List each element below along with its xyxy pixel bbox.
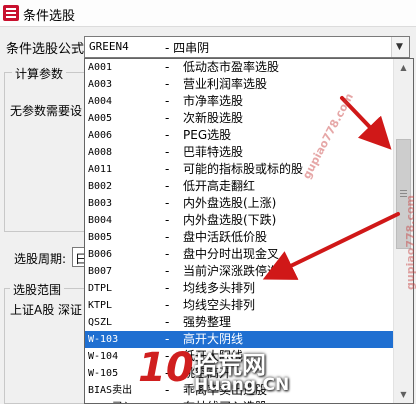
item-code: W-103 xyxy=(88,334,119,345)
item-code: BIAS卖出 xyxy=(88,385,133,396)
item-separator: - xyxy=(165,94,170,108)
list-item[interactable]: A006 - PEG选股 xyxy=(85,127,393,144)
item-desc: 内外盘选股(下跌) xyxy=(183,213,277,227)
item-code: B002 xyxy=(88,181,113,192)
item-desc: 均线多头排列 xyxy=(183,281,256,295)
title-bar: 条件选股 xyxy=(0,0,416,27)
list-item[interactable]: B006 - 盘中分时出现金叉 xyxy=(85,246,393,263)
item-code: KTPL xyxy=(88,300,113,311)
list-item[interactable]: B004 - 内外盘选股(下跌) xyxy=(85,212,393,229)
watermark-right: gupiao778.com xyxy=(404,194,416,290)
item-desc: 内外盘选股(上涨) xyxy=(183,196,277,210)
item-separator: - xyxy=(165,213,170,227)
list-item[interactable]: KTPL - 均线空头排列 xyxy=(85,297,393,314)
item-code: QSZL xyxy=(88,317,113,328)
item-desc: 可能的指标股或标的股 xyxy=(183,162,304,176)
no-params-text: 无参数需要设 xyxy=(10,104,83,118)
list-item[interactable]: DTPL - 均线多头排列 xyxy=(85,280,393,297)
item-code: W-105 xyxy=(88,368,119,379)
item-code: BOLL买入 xyxy=(88,399,132,403)
combo-selected-desc: - 四串阴 xyxy=(165,41,210,55)
item-desc: 次新股选股 xyxy=(183,111,244,125)
item-code: A006 xyxy=(88,130,113,141)
item-code: A005 xyxy=(88,113,113,124)
item-separator: - xyxy=(165,315,170,329)
list-item[interactable]: B007 - 当前沪深涨跌停选股 xyxy=(85,263,393,280)
item-separator: - xyxy=(165,145,170,159)
list-item[interactable]: B005 - 盘中活跃低价股 xyxy=(85,229,393,246)
item-code: A003 xyxy=(88,79,113,90)
item-separator: - xyxy=(165,399,169,403)
list-item[interactable]: BOLL买入 - 布林线买入选股 xyxy=(85,399,393,403)
item-separator: - xyxy=(165,77,170,91)
formula-combobox[interactable]: GREEN4 - 四串阴 ▼ xyxy=(84,36,410,58)
item-desc: PEG选股 xyxy=(183,128,232,142)
list-item[interactable]: A001 - 低动态市盈率选股 xyxy=(85,59,393,76)
list-item[interactable]: B003 - 内外盘选股(上涨) xyxy=(85,195,393,212)
params-group-title: 计算参数 xyxy=(12,65,67,82)
item-desc: 低开高走翻红 xyxy=(183,179,256,193)
app-icon xyxy=(3,5,19,21)
item-code: A001 xyxy=(88,62,113,73)
item-desc: 强势整理 xyxy=(183,315,232,329)
item-separator: - xyxy=(165,196,170,210)
item-code: DTPL xyxy=(88,283,113,294)
item-code: B004 xyxy=(88,215,113,226)
combo-dropdown-button[interactable]: ▼ xyxy=(391,37,409,57)
item-code: B003 xyxy=(88,198,113,209)
list-item[interactable]: A003 - 营业利润率选股 xyxy=(85,76,393,93)
window-title: 条件选股 xyxy=(23,9,76,24)
scope-group-title: 选股范围 xyxy=(10,281,65,298)
item-separator: - xyxy=(165,60,170,74)
item-desc: 盘中分时出现金叉 xyxy=(183,247,280,261)
chevron-down-icon: ▼ xyxy=(396,42,403,52)
site-logo: 10 拾荒网 Huang.CN xyxy=(138,343,289,399)
list-item[interactable]: B002 - 低开高走翻红 xyxy=(85,178,393,195)
combo-selected-code: GREEN4 xyxy=(89,40,129,53)
item-desc: 营业利润率选股 xyxy=(183,77,268,91)
item-separator: - xyxy=(165,128,170,142)
item-separator: - xyxy=(165,281,170,295)
list-item[interactable]: QSZL - 强势整理 xyxy=(85,314,393,331)
item-desc: 低动态市盈率选股 xyxy=(183,60,280,74)
item-code: A008 xyxy=(88,147,113,158)
item-separator: - xyxy=(165,111,170,125)
item-separator: - xyxy=(165,162,170,176)
formula-label: 条件选股公式 xyxy=(6,42,85,57)
item-code: A004 xyxy=(88,96,113,107)
item-desc: 巴菲特选股 xyxy=(183,145,244,159)
logo-ten: 10 xyxy=(138,345,194,391)
list-item[interactable]: A011 - 可能的指标股或标的股 xyxy=(85,161,393,178)
item-separator: - xyxy=(165,298,170,312)
scroll-down-arrow-icon[interactable]: ▼ xyxy=(394,386,413,403)
item-separator: - xyxy=(165,230,170,244)
item-desc: 当前沪深涨跌停选股 xyxy=(183,264,292,278)
item-desc: 市净率选股 xyxy=(183,94,244,108)
item-separator: - xyxy=(165,247,170,261)
item-desc: 均线空头排列 xyxy=(183,298,256,312)
item-code: B005 xyxy=(88,232,113,243)
item-desc: 盘中活跃低价股 xyxy=(183,230,268,244)
item-code: A011 xyxy=(88,164,113,175)
item-code: W-104 xyxy=(88,351,119,362)
item-code: B006 xyxy=(88,249,113,260)
scope-text: 上证A股 深证 xyxy=(10,303,83,317)
item-separator: - xyxy=(165,179,170,193)
item-code: B007 xyxy=(88,266,113,277)
period-label: 选股周期: xyxy=(14,252,67,266)
item-desc: 布林线买入选股 xyxy=(183,399,267,403)
logo-site: Huang.CN xyxy=(194,375,290,395)
scroll-up-arrow-icon[interactable]: ▲ xyxy=(394,59,413,76)
list-item[interactable]: A008 - 巴菲特选股 xyxy=(85,144,393,161)
item-separator: - xyxy=(165,264,170,278)
